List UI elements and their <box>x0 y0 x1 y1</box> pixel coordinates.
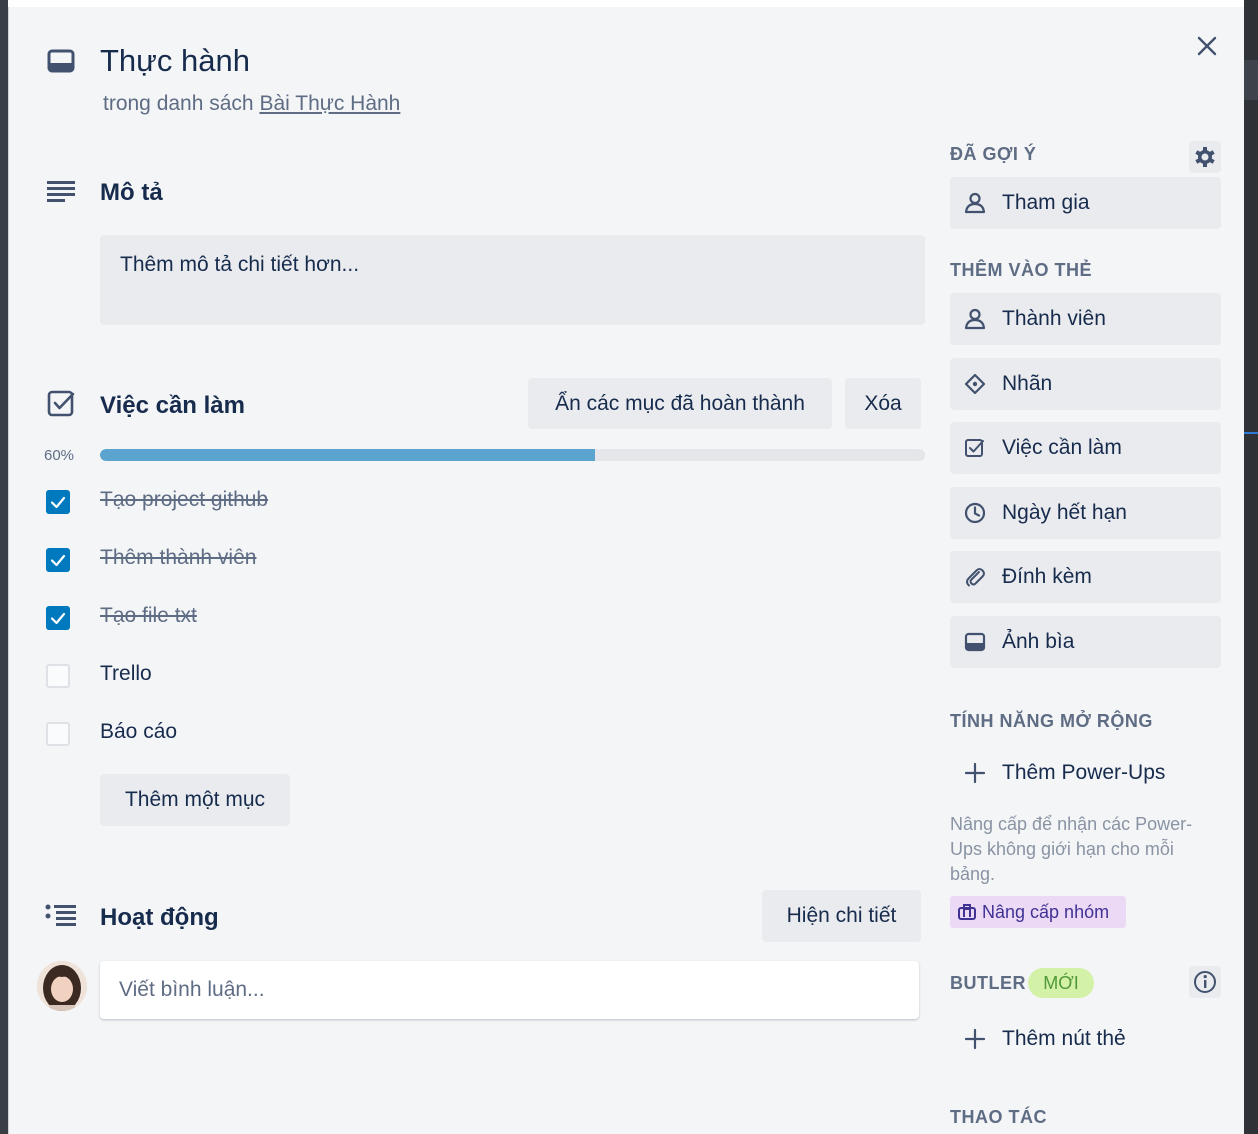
card-icon <box>47 49 75 73</box>
description-heading: Mô tả <box>100 179 163 206</box>
upgrade-text: Nâng cấp để nhận các Power-Ups không giớ… <box>950 814 1193 884</box>
checklist-item-checkbox[interactable] <box>46 490 70 514</box>
checkmark-icon <box>50 554 66 567</box>
add-to-card-label: Thành viên <box>1002 307 1106 330</box>
progress-bar-fill <box>100 449 595 461</box>
briefcase-icon <box>958 904 976 920</box>
checklist-icon <box>965 439 984 457</box>
butler-label: BUTLER <box>950 973 1026 993</box>
list-reference: trong danh sách Bài Thực Hành <box>103 92 400 116</box>
checklist-icon <box>47 390 75 417</box>
checkmark-icon <box>50 612 66 625</box>
add-to-card-button[interactable]: Đính kèm <box>950 551 1221 603</box>
add-to-card-label: Ngày hết hạn <box>1002 501 1127 524</box>
avatar[interactable] <box>37 961 87 1011</box>
close-icon[interactable] <box>1196 35 1218 57</box>
description-input[interactable]: Thêm mô tả chi tiết hơn... <box>100 235 925 325</box>
upgrade-team-button[interactable]: Nâng cấp nhóm <box>950 896 1126 928</box>
add-to-card-label: Ảnh bìa <box>1002 630 1075 653</box>
card-title[interactable]: Thực hành <box>100 43 250 79</box>
add-item-button[interactable]: Thêm một mục <box>100 774 290 826</box>
board-background-edge <box>1244 0 1258 1134</box>
checklist-item-checkbox[interactable] <box>46 548 70 572</box>
checklist-item[interactable]: Tạo file txt <box>100 604 197 628</box>
join-label: Tham gia <box>1002 191 1090 214</box>
add-to-card-label: Việc cần làm <box>1002 436 1122 459</box>
activity-icon <box>45 904 76 926</box>
description-icon <box>47 181 75 202</box>
description-placeholder: Thêm mô tả chi tiết hơn... <box>120 253 360 276</box>
add-to-card-button[interactable]: Nhãn <box>950 358 1221 410</box>
checklist-item-checkbox[interactable] <box>46 664 70 688</box>
comment-placeholder: Viết bình luận... <box>119 978 265 1001</box>
cover-icon <box>964 632 986 652</box>
card-detail-modal: Thực hành trong danh sách Bài Thực Hành … <box>8 7 1244 1134</box>
checkmark-icon <box>50 496 66 509</box>
add-to-card-button[interactable]: Ảnh bìa <box>950 616 1221 668</box>
progress-bar <box>100 449 925 461</box>
checklist-item[interactable]: Tạo project github <box>100 488 268 512</box>
delete-checklist-button[interactable]: Xóa <box>845 378 921 429</box>
gear-icon[interactable] <box>1189 141 1221 173</box>
list-link[interactable]: Bài Thực Hành <box>259 92 400 115</box>
plus-icon <box>964 762 986 784</box>
label-icon <box>964 373 986 395</box>
checklist-item-checkbox[interactable] <box>46 722 70 746</box>
new-badge: MỚI <box>1028 968 1094 998</box>
add-to-card-button[interactable]: Ngày hết hạn <box>950 487 1221 539</box>
add-to-card-label: THÊM VÀO THẺ <box>950 260 1093 280</box>
powerups-label: TÍNH NĂNG MỞ RỘNG <box>950 711 1153 731</box>
member-icon <box>964 308 986 330</box>
activity-heading: Hoạt động <box>100 904 219 931</box>
add-to-card-label: Nhãn <box>1002 372 1053 395</box>
member-icon <box>964 192 986 214</box>
checklist-item[interactable]: Thêm thành viên <box>100 546 256 570</box>
add-powerups-label: Thêm Power-Ups <box>1002 761 1166 784</box>
actions-label: THAO TÁC <box>950 1107 1047 1127</box>
paperclip-icon <box>966 568 985 587</box>
plus-icon <box>964 1028 986 1050</box>
upgrade-team-label: Nâng cấp nhóm <box>982 901 1110 922</box>
checklist-heading: Việc cần làm <box>100 392 245 419</box>
add-to-card-button[interactable]: Việc cần làm <box>950 422 1221 474</box>
add-powerups-button[interactable]: Thêm Power-Ups <box>950 749 1221 797</box>
add-to-card-button[interactable]: Thành viên <box>950 293 1221 345</box>
show-details-button[interactable]: Hiện chi tiết <box>762 890 921 942</box>
add-card-button-button[interactable]: Thêm nút thẻ <box>950 1015 1221 1063</box>
info-icon[interactable] <box>1189 966 1221 998</box>
background-strip <box>8 0 1258 7</box>
add-to-card-label: Đính kèm <box>1002 565 1092 588</box>
progress-percent: 60% <box>44 447 75 464</box>
avatar-image <box>37 961 87 1011</box>
add-card-button-label: Thêm nút thẻ <box>1002 1027 1126 1050</box>
checklist-item[interactable]: Trello <box>100 662 152 686</box>
list-prefix: trong danh sách <box>103 92 254 115</box>
clock-icon <box>964 502 986 524</box>
checklist-item[interactable]: Báo cáo <box>100 720 177 744</box>
hide-completed-button[interactable]: Ẩn các mục đã hoàn thành <box>528 378 832 429</box>
suggested-label: ĐÃ GỢI Ý <box>950 144 1037 164</box>
comment-input[interactable]: Viết bình luận... <box>100 961 919 1019</box>
checklist-item-checkbox[interactable] <box>46 606 70 630</box>
join-button[interactable]: Tham gia <box>950 177 1221 229</box>
